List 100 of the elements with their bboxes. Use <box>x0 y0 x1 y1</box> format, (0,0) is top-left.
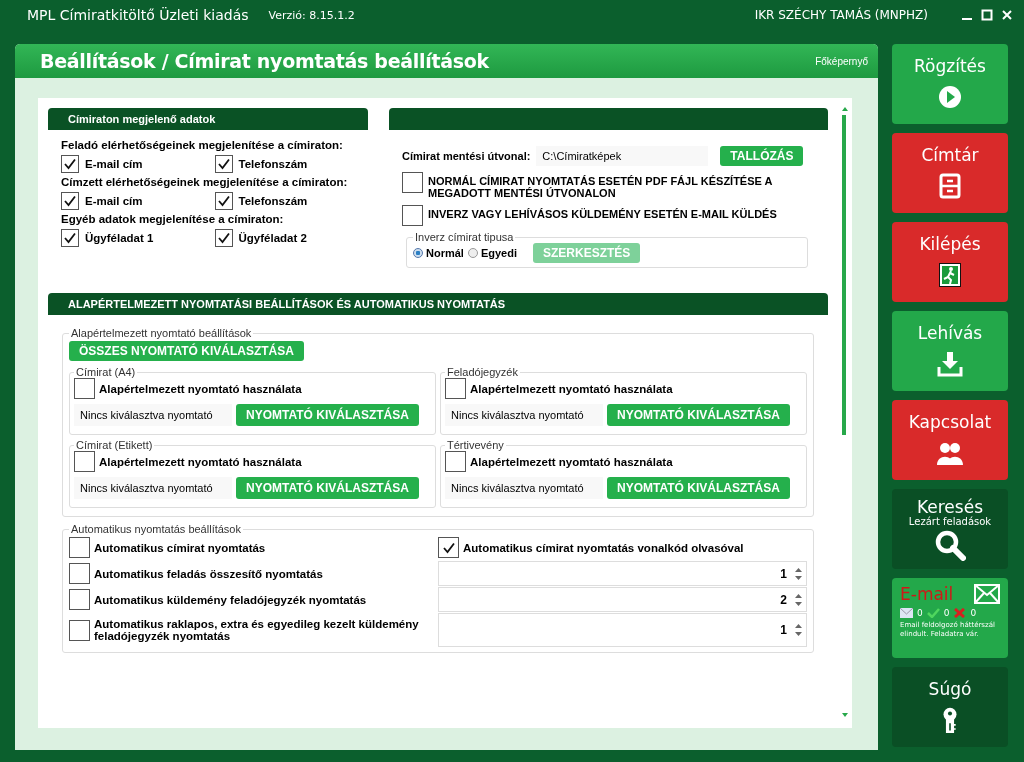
number-field[interactable]: 1 <box>438 561 807 586</box>
select-all-printers-button[interactable]: ÖSSZES NYOMTATÓ KIVÁLASZTÁSA <box>69 341 304 361</box>
select-printer-button[interactable]: NYOMTATÓ KIVÁLASZTÁSA <box>607 477 790 499</box>
checkbox-label: Telefonszám <box>238 195 308 207</box>
page-title: Beállítások / Címirat nyomtatás beállítások <box>40 50 489 72</box>
cabinet-icon <box>937 173 963 199</box>
tile-label: Lehívás <box>917 323 983 343</box>
check-icon <box>64 232 76 244</box>
nav-tile[interactable]: Lehívás <box>892 311 1008 391</box>
radio-label: Normál <box>426 247 464 259</box>
check-icon <box>64 158 76 170</box>
scroll-down-icon[interactable] <box>842 713 848 718</box>
tile-label: Kapcsolat <box>908 412 992 432</box>
radio-button[interactable] <box>413 248 423 258</box>
checkbox-label: Alapértelmezett nyomtató használata <box>470 455 673 468</box>
cross-icon <box>953 608 967 618</box>
scrollbar-thumb[interactable] <box>842 115 846 435</box>
checkbox[interactable] <box>69 537 90 558</box>
checkbox-label: Alapértelmezett nyomtató használata <box>99 382 302 395</box>
checkbox[interactable] <box>214 229 233 247</box>
radio-button[interactable] <box>467 248 478 258</box>
checkbox-label: Alapértelmezett nyomtató használata <box>99 455 302 468</box>
spin-up-icon[interactable] <box>795 593 802 598</box>
nav-tile[interactable]: Kapcsolat <box>892 400 1008 480</box>
nav-tile[interactable]: Keresés Lezárt feladások <box>892 489 1008 569</box>
scroll-up-icon[interactable] <box>842 106 848 111</box>
check-icon <box>217 158 230 170</box>
spin-up-icon[interactable] <box>795 567 802 572</box>
nav-tile[interactable]: Kilépés <box>892 222 1008 302</box>
version-label: Verzió: 8.15.1.2 <box>268 8 355 22</box>
nav-tile[interactable]: Súgó <box>892 667 1008 747</box>
checkbox[interactable] <box>445 451 466 472</box>
spin-up-icon[interactable] <box>795 624 802 628</box>
count: 0 <box>943 608 950 618</box>
group-title: Automatikus nyomtatás beállítások <box>70 523 242 535</box>
field-label: Címirat mentési útvonal: <box>402 150 531 162</box>
spin-down-icon[interactable] <box>795 632 802 636</box>
check-icon <box>64 195 76 207</box>
checkbox[interactable] <box>402 172 423 193</box>
path-field[interactable]: C:\Címiratképek <box>536 146 709 166</box>
section-header: ALAPÉRTELMEZETT NYOMTATÁSI BEÁLLÍTÁSOK ÉS AUTOMATIKUS NYOMTATÁS <box>48 293 828 315</box>
checkbox[interactable] <box>74 451 95 472</box>
home-link[interactable]: Főképernyő <box>815 55 868 67</box>
checkbox-label: E-mail cím <box>85 158 143 170</box>
group-title: Inverz címirat tipusa <box>414 231 515 243</box>
check-icon <box>442 541 455 554</box>
select-printer-button[interactable]: NYOMTATÓ KIVÁLASZTÁSA <box>236 477 419 499</box>
group-label: Egyéb adatok megjelenítése a címiraton: <box>61 213 285 225</box>
checkbox[interactable] <box>438 537 459 558</box>
group-title: Tértivevény <box>446 439 505 451</box>
checkbox[interactable] <box>74 378 95 399</box>
check-icon <box>926 608 940 618</box>
checkbox[interactable] <box>61 155 79 173</box>
printer-field[interactable]: Nincs kiválasztva nyomtató <box>445 404 603 426</box>
printer-field[interactable]: Nincs kiválasztva nyomtató <box>445 477 603 499</box>
checkbox[interactable] <box>69 563 90 584</box>
envelope-icon <box>900 608 913 618</box>
checkbox-label: E-mail cím <box>85 195 143 207</box>
close-icon[interactable] <box>1000 8 1014 22</box>
people-icon <box>937 440 963 466</box>
checkbox[interactable] <box>214 155 233 173</box>
select-printer-button[interactable]: NYOMTATÓ KIVÁLASZTÁSA <box>607 404 790 426</box>
tile-label: Keresés <box>917 497 983 517</box>
tile-label: Súgó <box>928 679 972 699</box>
check-icon <box>217 232 230 244</box>
maximize-icon[interactable] <box>980 8 994 22</box>
spin-down-icon[interactable] <box>795 575 802 580</box>
number-field[interactable]: 1 <box>438 613 807 647</box>
checkbox[interactable] <box>61 229 79 247</box>
select-printer-button[interactable]: NYOMTATÓ KIVÁLASZTÁSA <box>236 404 419 426</box>
group-title: Címirat (Etikett) <box>75 439 154 451</box>
browse-button[interactable]: TALLÓZÁS <box>720 146 804 166</box>
download-icon <box>937 351 963 377</box>
group-title: Feladójegyzék <box>446 366 519 378</box>
section-header: Címiraton megjelenő adatok <box>48 108 368 130</box>
checkbox-label: Automatikus feladás összesítő nyomtatás <box>94 567 323 580</box>
nav-tile[interactable]: Címtár <box>892 133 1008 213</box>
nav-tile[interactable]: Rögzítés <box>892 44 1008 124</box>
count: 0 <box>917 608 923 618</box>
play-icon <box>937 84 963 110</box>
checkbox-label: Ügyféladat 2 <box>238 232 307 244</box>
checkbox-label: Automatikus címirat nyomtatás vonalkód olvasóval <box>463 541 744 554</box>
exit-icon <box>937 262 963 288</box>
group-label: Feladó elérhetőségeinek megjelenítése a címiraton: <box>61 139 344 151</box>
checkbox-label: Automatikus címirat nyomtatás <box>94 541 266 554</box>
spin-down-icon[interactable] <box>795 601 802 606</box>
radio-label: Egyedi <box>480 247 517 259</box>
app-title: MPL Címiratkitöltő Üzleti kiadás <box>27 7 249 23</box>
checkbox[interactable] <box>61 192 79 210</box>
checkbox[interactable] <box>69 619 90 641</box>
checkbox[interactable] <box>402 205 423 226</box>
checkbox[interactable] <box>214 192 233 210</box>
number-field[interactable]: 2 <box>438 587 807 612</box>
checkbox[interactable] <box>69 589 90 610</box>
checkbox[interactable] <box>445 378 466 399</box>
printer-field[interactable]: Nincs kiválasztva nyomtató <box>74 404 232 426</box>
panel-title: E-mail <box>900 584 954 604</box>
group-title: Alapértelmezett nyomtató beállítások <box>70 327 253 339</box>
printer-field[interactable]: Nincs kiválasztva nyomtató <box>74 477 232 499</box>
count: 0 <box>970 608 977 618</box>
